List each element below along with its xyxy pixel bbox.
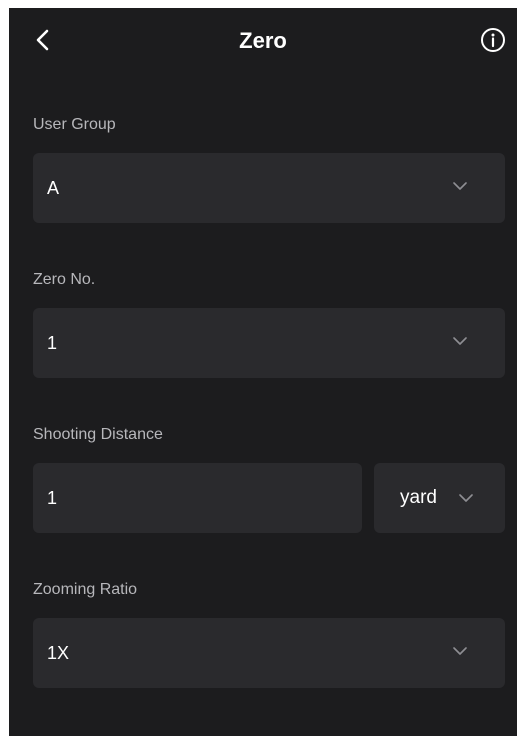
shooting-distance-field[interactable] bbox=[33, 463, 362, 533]
info-button[interactable] bbox=[479, 26, 507, 54]
distance-unit-select[interactable]: yard bbox=[374, 463, 505, 533]
chevron-down-icon bbox=[459, 494, 473, 502]
header-bar: Zero bbox=[9, 8, 517, 74]
zooming-ratio-value: 1X bbox=[47, 643, 70, 663]
info-circle-icon bbox=[481, 28, 505, 52]
user-group-value: A bbox=[47, 178, 60, 198]
zero-screen: Zero User Group A Zero No. 1 Shooting Di… bbox=[9, 8, 517, 736]
zero-no-label: Zero No. bbox=[33, 271, 96, 288]
zooming-ratio-label: Zooming Ratio bbox=[33, 581, 138, 598]
chevron-down-icon bbox=[453, 647, 467, 655]
user-group-label: User Group bbox=[33, 116, 116, 133]
shooting-distance-input[interactable] bbox=[47, 463, 347, 533]
distance-unit-value: yard bbox=[400, 487, 437, 508]
zooming-ratio-select[interactable]: 1X bbox=[33, 618, 505, 688]
page-title: Zero bbox=[239, 28, 287, 53]
chevron-down-icon bbox=[453, 337, 467, 345]
user-group-select[interactable]: A bbox=[33, 153, 505, 223]
zero-no-select[interactable]: 1 bbox=[33, 308, 505, 378]
zero-no-value: 1 bbox=[47, 333, 58, 353]
shooting-distance-label: Shooting Distance bbox=[33, 426, 163, 443]
chevron-down-icon bbox=[453, 182, 467, 190]
